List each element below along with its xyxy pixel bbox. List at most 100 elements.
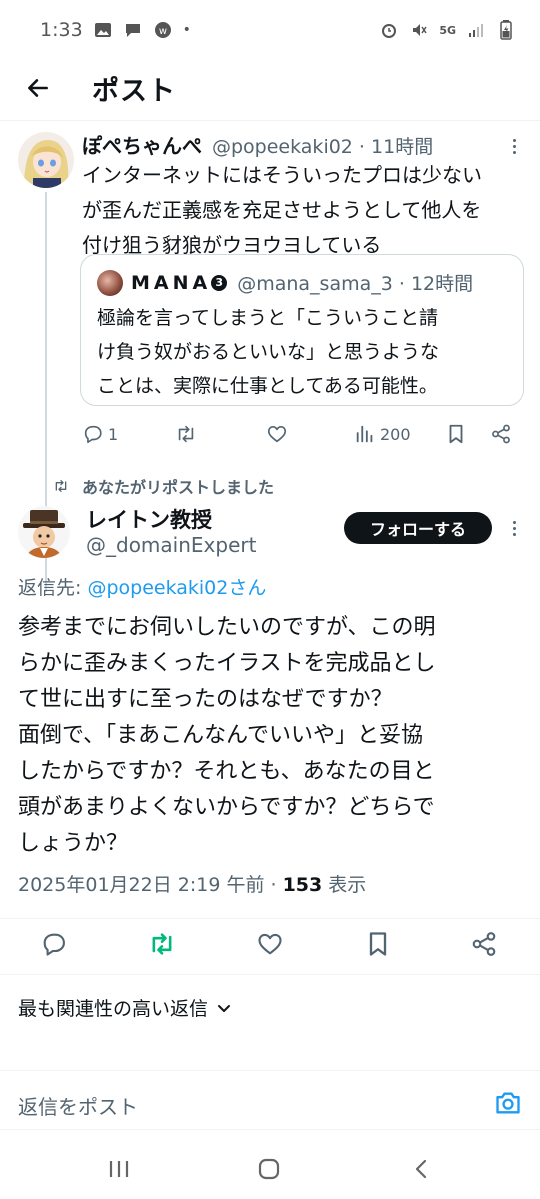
follow-button[interactable]: フォローする xyxy=(344,512,492,544)
quoted-author-avatar xyxy=(97,269,123,296)
parent-post-header: ぽぺちゃんぺ @popeekaki02 · 11時間 xyxy=(82,130,433,159)
reply-to-prefix: 返信先: xyxy=(18,577,88,599)
bookmark-button[interactable] xyxy=(364,930,392,958)
post-header: ポスト xyxy=(0,60,540,116)
camera-icon xyxy=(496,1092,520,1114)
header-divider xyxy=(0,120,540,121)
network-type: 5G xyxy=(439,23,456,37)
main-author-name[interactable]: レイトン教授 xyxy=(86,504,212,534)
recent-apps-icon xyxy=(109,1161,129,1177)
view-count: 200 xyxy=(380,424,411,444)
reply-icon xyxy=(43,933,65,956)
text-line: しょうか？ xyxy=(18,831,129,856)
system-nav-bar xyxy=(0,1138,540,1199)
dot xyxy=(512,532,516,536)
share-icon xyxy=(472,932,496,956)
home-icon xyxy=(258,1158,280,1180)
parent-action-bar: 1 200 xyxy=(80,418,524,450)
status-bar: 1:33 w • 5G xyxy=(0,0,540,60)
status-time: 1:33 xyxy=(40,19,83,41)
reply-sort-dropdown[interactable]: 最も関連性の高い返信 xyxy=(18,994,232,1021)
parent-bookmark-button[interactable] xyxy=(446,418,466,450)
text-line: ことは、実際に仕事としてある可能性。 xyxy=(97,375,438,397)
parent-more-button[interactable] xyxy=(502,134,526,158)
repost-label: あなたがリポストしました xyxy=(52,474,274,498)
parent-post-text: インターネットにはそういったプロは少ない が歪んだ正義感を充足させようとして他人… xyxy=(82,158,528,263)
system-back-button[interactable] xyxy=(404,1152,438,1186)
dot xyxy=(512,144,516,148)
recent-apps-button[interactable] xyxy=(102,1152,136,1186)
back-button[interactable] xyxy=(10,60,66,116)
text-line: 参考までにお伺いしたいのですが、この明 xyxy=(18,615,436,640)
main-author-avatar[interactable] xyxy=(18,506,70,558)
text-line: したからですか？それとも、あなたの目と xyxy=(18,759,435,784)
alarm-icon xyxy=(379,20,399,40)
reply-composer: 返信をポスト xyxy=(0,1070,540,1130)
parent-share-button[interactable] xyxy=(490,418,512,450)
chevron-left-icon xyxy=(415,1159,427,1179)
text-line: 面倒で、「まあこんなんでいいや」と妥協 xyxy=(18,723,424,748)
divider xyxy=(0,918,540,919)
parent-author-name[interactable]: ぽぺちゃんぺ xyxy=(82,130,202,159)
quoted-post[interactable]: MANA 3 @mana_sama_3 · 12時間 極論を言ってしまうと「こう… xyxy=(80,254,524,406)
heart-icon xyxy=(258,933,282,955)
post-timestamp[interactable]: 2025年01月22日 2:19 午前 · xyxy=(18,874,283,896)
text-line: インターネットにはそういったプロは少ない xyxy=(82,163,482,187)
text-line: 極論を言ってしまうと「こういうこと請 xyxy=(97,307,439,329)
repost-label-text: あなたがリポストしました xyxy=(82,478,275,497)
reply-sort-label: 最も関連性の高い返信 xyxy=(18,998,209,1020)
post-view-count: 153 xyxy=(282,874,323,896)
signal-icon xyxy=(466,20,486,40)
share-button[interactable] xyxy=(470,930,498,958)
like-button[interactable] xyxy=(256,930,284,958)
reply-icon xyxy=(84,425,102,444)
reply-count: 1 xyxy=(108,424,119,444)
main-author-handle[interactable]: @_domainExpert xyxy=(86,533,256,557)
divider xyxy=(0,974,540,975)
parent-reply-button[interactable]: 1 xyxy=(82,418,118,450)
quoted-author-name: MANA xyxy=(131,271,212,294)
quoted-handle-time: @mana_sama_3 · 12時間 xyxy=(237,273,474,295)
parent-handle-time: @popeekaki02 · 11時間 xyxy=(212,136,434,158)
main-post-text: 参考までにお伺いしたいのですが、この明 らかに歪みまくったイラストを完成品とし … xyxy=(18,610,528,862)
more-notifications-dot: • xyxy=(182,22,191,38)
quoted-post-text: 極論を言ってしまうと「こういうこと請 け負う奴がおるといいな」と思うような こと… xyxy=(97,301,507,403)
reply-button[interactable] xyxy=(40,930,68,958)
post-meta: 2025年01月22日 2:19 午前 · 153 表示 xyxy=(18,870,366,897)
app-notification-icon: w xyxy=(153,20,173,40)
home-button[interactable] xyxy=(252,1152,286,1186)
parent-views-button[interactable]: 200 xyxy=(354,418,411,450)
quoted-post-header: MANA 3 @mana_sama_3 · 12時間 xyxy=(97,269,473,296)
post-view-label: 表示 xyxy=(322,874,367,896)
analytics-icon xyxy=(356,425,373,443)
subscriber-badge: 3 xyxy=(211,274,228,291)
heart-icon xyxy=(267,426,287,443)
parent-repost-button[interactable] xyxy=(174,418,198,450)
repost-icon xyxy=(55,480,67,492)
reply-to-line: 返信先: @popeekaki02さん xyxy=(18,573,266,600)
gallery-icon xyxy=(93,20,113,40)
chat-app-icon xyxy=(123,20,143,40)
text-line: て世に出すに至ったのはなぜですか？ xyxy=(18,687,393,712)
camera-button[interactable] xyxy=(494,1089,522,1117)
battery-icon xyxy=(496,20,516,40)
main-more-button[interactable] xyxy=(502,516,526,540)
share-icon xyxy=(492,424,510,444)
text-line: 頭があまりよくないからですか？どちらで xyxy=(18,795,435,820)
arrow-left-icon xyxy=(28,79,48,97)
bookmark-icon xyxy=(369,932,387,956)
repost-button[interactable] xyxy=(148,930,176,958)
mute-icon xyxy=(409,20,429,40)
repost-active-icon xyxy=(152,933,172,955)
main-action-bar xyxy=(0,922,540,966)
repost-icon xyxy=(178,425,194,443)
dot xyxy=(512,150,516,154)
bookmark-icon xyxy=(449,424,463,444)
reply-to-mention[interactable]: @popeekaki02さん xyxy=(87,577,266,599)
svg-text:w: w xyxy=(159,26,167,37)
parent-like-button[interactable] xyxy=(266,418,288,450)
dot xyxy=(512,138,516,142)
reply-input[interactable]: 返信をポスト xyxy=(18,1091,138,1120)
parent-author-avatar[interactable] xyxy=(18,132,74,188)
chevron-down-icon xyxy=(218,1004,231,1012)
